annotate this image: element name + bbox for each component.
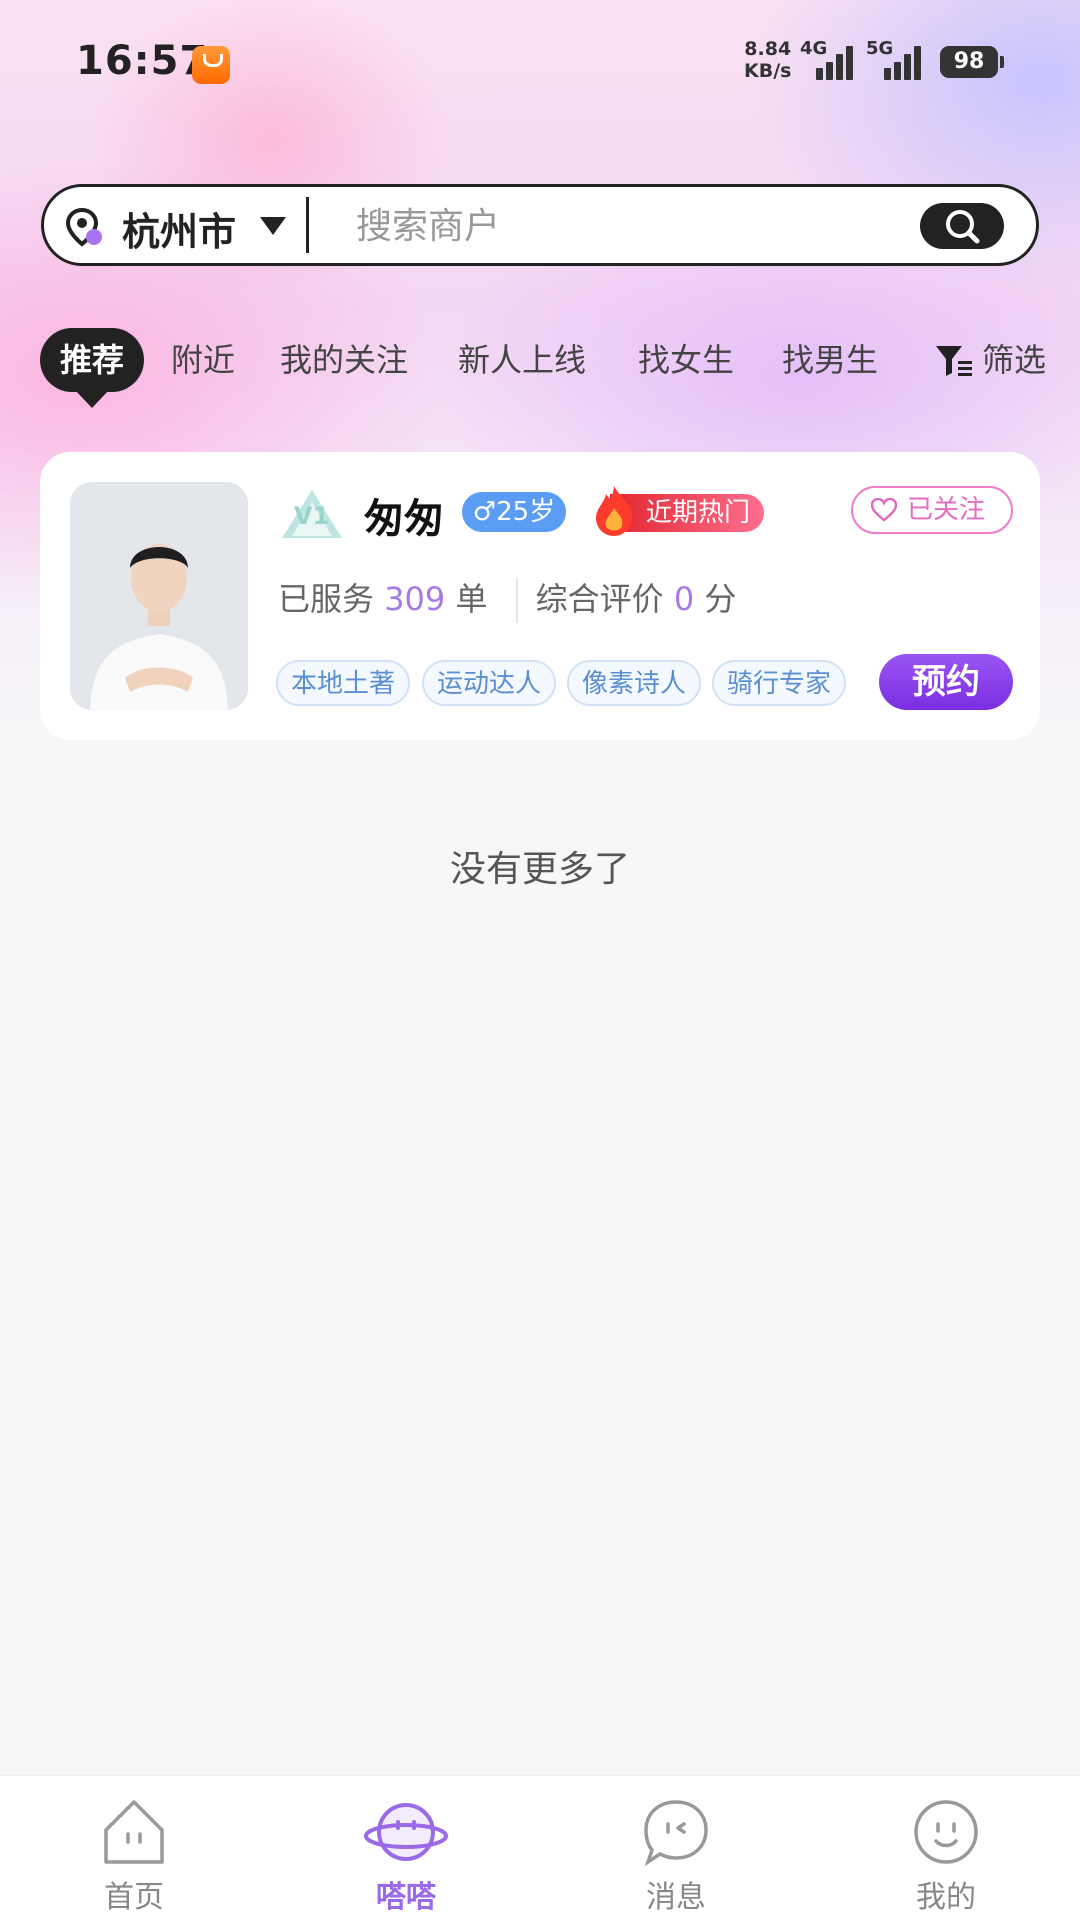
merchant-stats: 已服务 309 单 综合评价 0 分: [278, 574, 736, 623]
tab-following[interactable]: 我的关注: [280, 328, 408, 392]
stats-divider: [515, 579, 518, 623]
end-of-list-text: 没有更多了: [449, 849, 630, 890]
gender-symbol: ♂: [472, 497, 497, 527]
shopping-bag-icon: [192, 46, 230, 84]
tab-recommend[interactable]: 推荐: [40, 328, 145, 408]
level-label: V1: [294, 502, 330, 530]
follow-button[interactable]: 已关注: [851, 486, 1013, 534]
nav-profile[interactable]: 我的: [886, 1796, 1006, 1915]
network-speed-value: 8.84: [744, 38, 792, 60]
nav-messages-label: 消息: [646, 1880, 706, 1915]
location-pin-icon[interactable]: [64, 207, 104, 247]
tab-nearby[interactable]: 附近: [171, 328, 235, 392]
profile-icon: [914, 1800, 978, 1864]
filter-icon[interactable]: [934, 343, 974, 379]
rating-value: 0: [673, 580, 695, 618]
rating-prefix: 综合评价: [535, 580, 664, 618]
tab-find-boys[interactable]: 找男生: [782, 328, 878, 392]
search-bar: 杭州市: [41, 184, 1039, 266]
nav-dada[interactable]: 嗒嗒: [346, 1796, 466, 1915]
status-bar: 16:57 8.84 KB/s 4G 5G 98: [0, 0, 1080, 120]
tag-chip: 像素诗人: [567, 660, 701, 706]
message-icon: [644, 1800, 708, 1867]
signal-4g-icon: [816, 44, 856, 80]
hot-tag: 近期热门: [590, 486, 764, 536]
avatar[interactable]: [70, 482, 248, 710]
search-divider: [306, 197, 309, 253]
city-selector[interactable]: 杭州市: [122, 201, 236, 256]
bottom-nav: 首页 嗒嗒 消息 我的: [0, 1775, 1080, 1921]
tag-chip: 本地土著: [276, 660, 410, 706]
rating-unit: 分: [704, 580, 737, 618]
user-name: 匆匆: [364, 496, 444, 542]
nav-dada-label: 嗒嗒: [376, 1880, 436, 1915]
tab-new-users[interactable]: 新人上线: [458, 328, 586, 392]
nav-home-label: 首页: [104, 1880, 164, 1915]
tag-chip: 运动达人: [422, 660, 556, 706]
caret-down-icon[interactable]: [260, 217, 286, 235]
search-input[interactable]: [354, 197, 958, 255]
battery-indicator: 98: [940, 46, 1004, 78]
search-button[interactable]: [920, 203, 1004, 249]
age-value: 25岁: [496, 497, 556, 527]
tab-find-girls[interactable]: 找女生: [638, 328, 734, 392]
signal-5g-icon: [884, 44, 924, 80]
book-button[interactable]: 预约: [879, 654, 1013, 710]
search-icon: [946, 210, 980, 244]
status-time: 16:57: [76, 38, 209, 84]
merchant-card[interactable]: V1 匆匆 ♂25岁 近期热门 已关注 已服务 309 单 综合评价 0 分 本…: [40, 452, 1040, 740]
served-count: 309: [384, 580, 446, 618]
tag-chip: 骑行专家: [712, 660, 846, 706]
follow-label: 已关注: [907, 495, 986, 525]
network-speed: 8.84 KB/s: [744, 38, 791, 82]
age-badge: ♂25岁: [462, 492, 566, 532]
heart-icon: [871, 498, 897, 522]
nav-messages[interactable]: 消息: [616, 1796, 736, 1915]
flame-icon: [596, 486, 633, 536]
home-icon: [104, 1800, 164, 1864]
served-unit: 单: [455, 580, 488, 618]
nav-profile-label: 我的: [916, 1880, 976, 1915]
served-prefix: 已服务: [278, 580, 375, 618]
filter-label[interactable]: 筛选: [982, 328, 1046, 392]
planet-icon: [364, 1803, 448, 1861]
nav-home[interactable]: 首页: [74, 1796, 194, 1915]
avatar-photo: [70, 482, 248, 710]
category-tabs: 推荐 附近 我的关注 新人上线 找女生 找男生 筛选: [40, 328, 1060, 408]
network-speed-unit: KB/s: [744, 60, 792, 82]
